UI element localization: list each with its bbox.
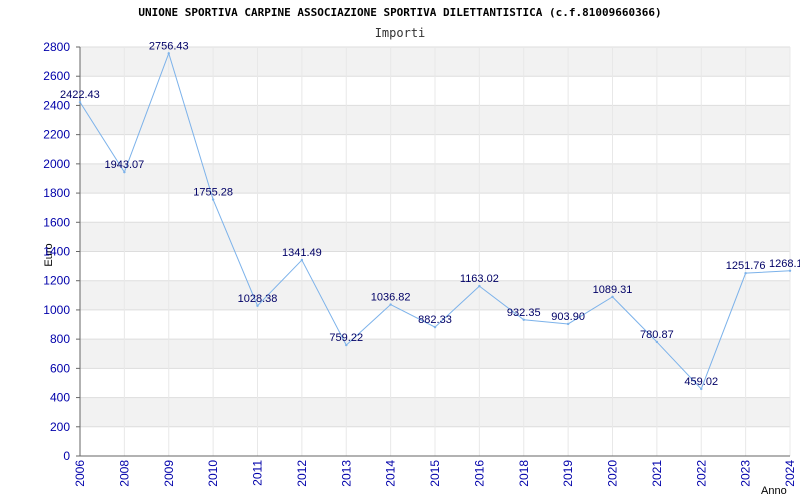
data-label: 1089.31: [593, 284, 633, 296]
data-label: 759.22: [329, 332, 363, 344]
chart-title: UNIONE SPORTIVA CARPINE ASSOCIAZIONE SPO…: [138, 6, 661, 19]
data-point: [389, 303, 392, 306]
data-label: 459.02: [684, 376, 718, 388]
x-tick-label: 2011: [251, 460, 265, 486]
x-tick-label: 2012: [295, 460, 309, 487]
x-tick-label: 2006: [73, 460, 87, 487]
data-label: 780.87: [640, 329, 674, 341]
y-ticks-layer: 0 200 400 600 800 1000 1200 1400 1600 1800 2000 220…: [43, 40, 80, 463]
data-point: [211, 198, 215, 201]
y-tick-label: 600: [50, 361, 70, 375]
data-label: 903.90: [551, 311, 585, 323]
data-point: [566, 322, 570, 326]
data-point: [345, 343, 348, 347]
data-label: 1036.82: [371, 292, 411, 304]
y-tick-label: 2200: [43, 128, 70, 142]
data-point: [478, 284, 481, 288]
chart-subtitle: Importi: [375, 26, 426, 40]
data-label: 882.33: [418, 314, 452, 326]
x-ticks-layer: 2006 2008 2009 2010 2011 2012 2013 2014 2015 2016…: [73, 460, 797, 487]
x-tick-label: 2018: [517, 460, 531, 487]
x-tick-label: 2013: [339, 460, 353, 487]
y-tick-label: 2000: [43, 157, 70, 171]
y-tick-label: 2600: [43, 69, 70, 83]
data-point: [433, 325, 437, 329]
data-label: 2756.43: [149, 40, 189, 52]
data-point: [522, 318, 525, 322]
y-tick-label: 1200: [43, 274, 70, 288]
x-tick-label: 2022: [694, 460, 708, 487]
x-tick-label: 2021: [650, 460, 664, 487]
y-tick-label: 1800: [43, 186, 70, 200]
y-tick-label: 1600: [43, 215, 70, 229]
x-tick-label: 2020: [606, 460, 620, 487]
x-tick-label: 2019: [561, 460, 575, 487]
data-point: [256, 304, 259, 307]
data-point: [123, 170, 126, 174]
data-label: 1755.28: [193, 187, 233, 199]
data-label: 1943.07: [104, 159, 144, 171]
chart: UNIONE SPORTIVA CARPINE ASSOCIAZIONE SPO…: [43, 6, 800, 497]
x-tick-label: 2023: [739, 460, 753, 487]
data-point: [611, 295, 614, 299]
data-label: 1341.49: [282, 247, 322, 259]
y-tick-label: 200: [50, 420, 70, 434]
data-label: 2422.43: [60, 89, 100, 101]
x-tick-label: 2014: [384, 460, 398, 487]
x-tick-label: 2008: [117, 460, 131, 487]
data-point: [167, 52, 170, 55]
data-label: 1268.1: [769, 258, 800, 270]
y-tick-label: 1000: [43, 303, 70, 317]
data-point: [788, 269, 792, 272]
data-point: [700, 387, 703, 391]
y-tick-label: 1400: [43, 245, 70, 259]
x-tick-label: 2024: [783, 460, 797, 487]
y-tick-label: 2800: [43, 40, 70, 54]
x-tick-label: 2010: [206, 460, 220, 487]
x-tick-label: 2015: [428, 460, 442, 487]
data-label: 1028.38: [238, 293, 278, 305]
y-tick-label: 400: [50, 391, 70, 405]
y-tick-label: 800: [50, 332, 70, 346]
x-tick-label: 2009: [162, 460, 176, 487]
data-label: 932.35: [507, 307, 541, 319]
data-label: 1251.76: [726, 260, 766, 272]
data-point: [78, 100, 82, 104]
data-labels-layer: 2422.43 1943.07 2756.43 1755.28 1028.38 1341.…: [60, 40, 800, 388]
data-point: [744, 271, 747, 275]
y-tick-label: 0: [63, 449, 70, 463]
data-point: [300, 258, 304, 262]
data-label: 1163.02: [460, 273, 499, 285]
x-tick-label: 2016: [472, 460, 486, 487]
data-point: [655, 340, 659, 344]
